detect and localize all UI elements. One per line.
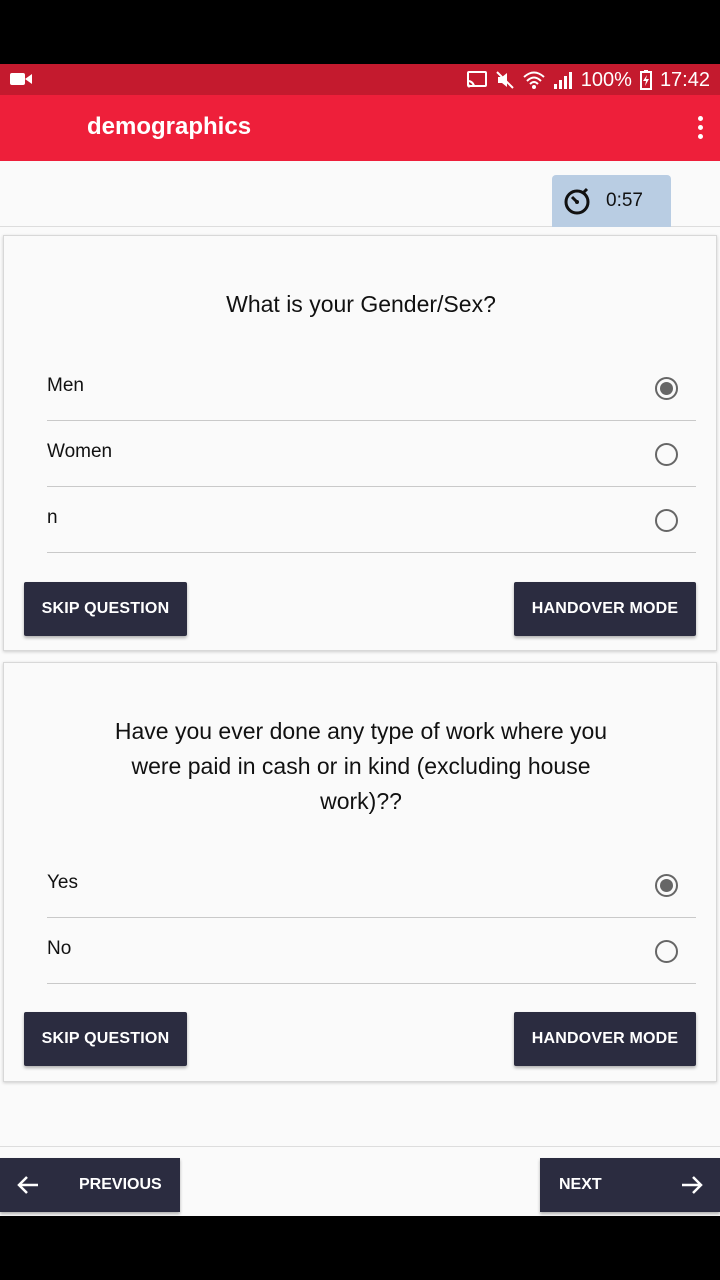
radio-button[interactable] xyxy=(655,509,678,532)
option-label: Men xyxy=(47,375,84,396)
video-camera-icon xyxy=(10,73,32,85)
battery-percent: 100% xyxy=(580,68,632,91)
option-label: n xyxy=(47,507,58,528)
question-card-gender: What is your Gender/Sex? Men Women n SKI… xyxy=(3,235,717,651)
signal-icon xyxy=(553,72,572,89)
bottom-navigation: PREVIOUS NEXT xyxy=(0,1146,720,1216)
question-card-work: Have you ever done any type of work wher… xyxy=(3,662,717,1082)
option-women[interactable]: Women xyxy=(47,421,696,487)
timer-band: 0:57 xyxy=(0,161,720,227)
survey-content: 0:57 What is your Gender/Sex? Men Women … xyxy=(0,161,720,1216)
handover-mode-button[interactable]: HANDOVER MODE xyxy=(514,582,696,636)
timer: 0:57 xyxy=(552,175,671,227)
previous-button[interactable]: PREVIOUS xyxy=(0,1158,180,1212)
clock: 17:42 xyxy=(659,68,710,91)
question-text: What is your Gender/Sex? xyxy=(226,291,496,317)
app-bar: demographics xyxy=(0,95,720,161)
option-label: No xyxy=(47,938,72,959)
option-label: Women xyxy=(47,441,113,462)
radio-button[interactable] xyxy=(655,443,678,466)
previous-label: PREVIOUS xyxy=(79,1176,162,1193)
skip-question-button[interactable]: SKIP QUESTION xyxy=(24,582,187,636)
handover-mode-button[interactable]: HANDOVER MODE xyxy=(514,1012,696,1066)
next-label: NEXT xyxy=(559,1176,602,1193)
option-yes[interactable]: Yes xyxy=(47,852,696,918)
option-no[interactable]: No xyxy=(47,918,696,984)
radio-button-checked[interactable] xyxy=(655,377,678,400)
next-button[interactable]: NEXT xyxy=(540,1158,720,1212)
battery-icon xyxy=(639,70,652,90)
option-men[interactable]: Men xyxy=(47,355,696,421)
question-text: Have you ever done any type of work wher… xyxy=(114,718,608,814)
arrow-left-icon xyxy=(17,1176,38,1194)
radio-button-checked[interactable] xyxy=(655,874,678,897)
app-title: demographics xyxy=(87,113,252,140)
option-n[interactable]: n xyxy=(47,487,696,553)
timer-value: 0:57 xyxy=(606,190,643,211)
screen: 100% 17:42 demographics 0:57 What is you… xyxy=(0,0,720,1280)
status-bar: 100% 17:42 xyxy=(0,64,720,95)
stopwatch-icon xyxy=(564,187,590,215)
arrow-right-icon xyxy=(682,1176,703,1194)
overflow-menu-icon[interactable] xyxy=(686,109,714,145)
skip-question-button[interactable]: SKIP QUESTION xyxy=(24,1012,187,1066)
option-label: Yes xyxy=(47,872,78,893)
radio-button[interactable] xyxy=(655,940,678,963)
status-icons: 100% 17:42 xyxy=(466,67,710,93)
mute-icon xyxy=(496,71,514,89)
cast-icon xyxy=(466,71,487,88)
wifi-icon xyxy=(523,71,545,89)
